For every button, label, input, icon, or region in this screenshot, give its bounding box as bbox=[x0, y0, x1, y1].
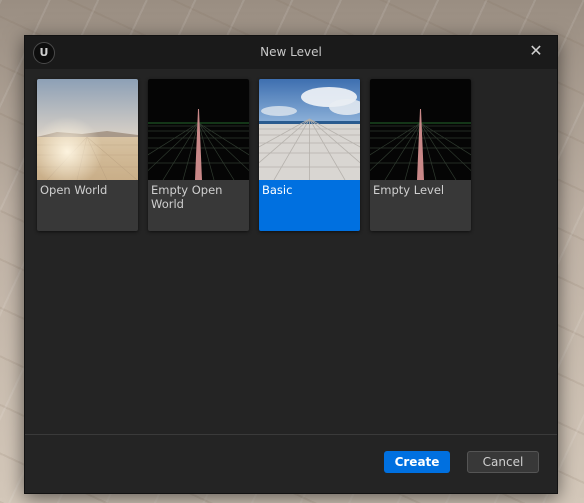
cancel-button[interactable]: Cancel bbox=[467, 451, 539, 473]
template-label: Empty Open World bbox=[151, 183, 223, 211]
template-label: Empty Level bbox=[373, 183, 445, 197]
template-empty-open-world[interactable]: Empty Open World bbox=[148, 79, 249, 231]
new-level-dialog: U New Level ✕ Open World Empty Open Worl… bbox=[24, 35, 558, 494]
close-icon[interactable]: ✕ bbox=[527, 41, 545, 61]
template-label: Basic bbox=[262, 183, 293, 197]
open-world-thumbnail bbox=[37, 79, 138, 180]
create-button[interactable]: Create bbox=[384, 451, 450, 473]
dialog-titlebar: U New Level ✕ bbox=[25, 36, 557, 69]
template-empty-level[interactable]: Empty Level bbox=[370, 79, 471, 231]
empty-level-thumbnail bbox=[370, 79, 471, 180]
empty-open-world-thumbnail bbox=[148, 79, 249, 180]
dialog-title: New Level bbox=[260, 45, 322, 59]
template-open-world[interactable]: Open World bbox=[37, 79, 138, 231]
template-basic[interactable]: Basic bbox=[259, 79, 360, 231]
basic-thumbnail bbox=[259, 79, 360, 180]
template-label: Open World bbox=[40, 183, 108, 197]
footer-divider bbox=[25, 434, 557, 435]
